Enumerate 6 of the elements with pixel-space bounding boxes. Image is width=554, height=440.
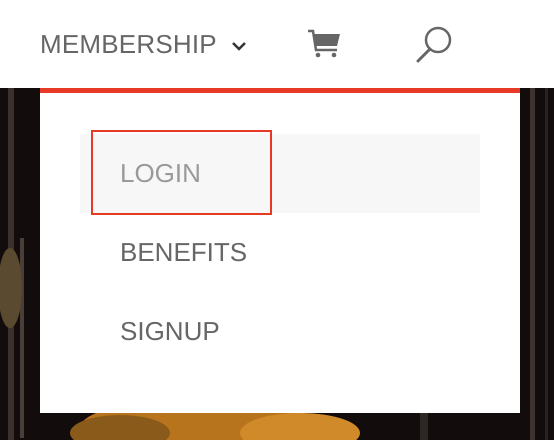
cart-icon[interactable]: [306, 29, 341, 59]
chevron-icon: [230, 41, 247, 51]
menu-item[interactable]: BENEFITS: [80, 213, 480, 292]
membership-menu[interactable]: MEMBERSHIP: [40, 28, 247, 60]
menu-item[interactable]: SIGNUP: [80, 292, 480, 371]
search-icon[interactable]: [414, 25, 453, 63]
